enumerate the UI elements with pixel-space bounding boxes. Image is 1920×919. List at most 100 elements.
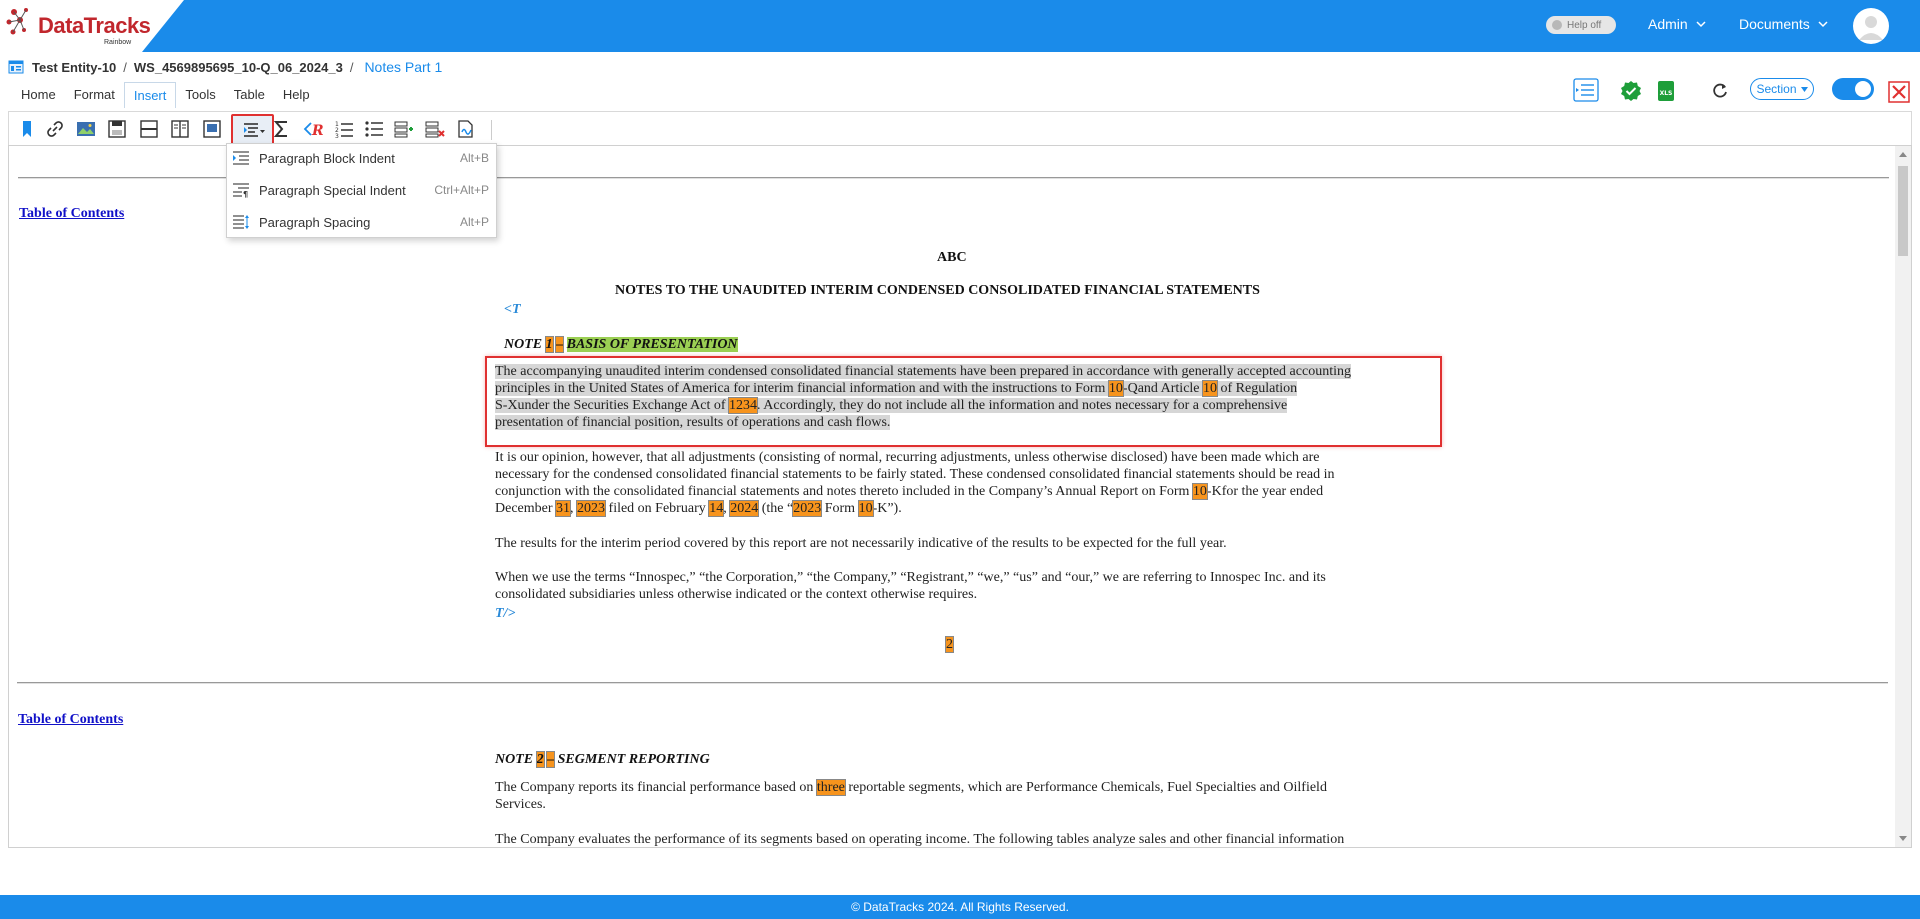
sigma-icon <box>273 121 287 137</box>
text-line: When we use the terms “Innospec,” “the C… <box>495 570 1326 585</box>
logo-subtitle: Rainbow <box>104 39 132 46</box>
note-number: 2 <box>535 751 545 768</box>
text-line: conjunction with the consolidated financ… <box>495 484 1193 499</box>
add-row-button[interactable] <box>394 119 414 139</box>
help-toggle-label: Help off <box>1567 19 1602 31</box>
svg-text:3: 3 <box>335 133 339 139</box>
paragraph-3[interactable]: The results for the interim period cover… <box>495 535 1395 552</box>
mode-toggle[interactable] <box>1832 78 1874 100</box>
paragraph-indent-icon <box>244 123 265 137</box>
delete-row-icon <box>425 121 445 138</box>
chevron-down-icon <box>1818 21 1828 28</box>
user-avatar[interactable] <box>1853 8 1889 44</box>
add-row-icon <box>394 121 413 138</box>
text-line: -Kfor the year ended <box>1206 484 1324 499</box>
toc-link[interactable]: Table of Contents <box>18 712 123 728</box>
text-line: , <box>570 501 578 516</box>
dropdown-item-block-indent[interactable]: Paragraph Block Indent Alt+B <box>227 144 496 172</box>
workspace-icon <box>8 60 24 74</box>
page-number-value: 2 <box>945 636 954 653</box>
text-line: reportable segments, which are Performan… <box>844 780 1327 795</box>
menu-tabs: Home Format Insert Tools Table Help <box>12 82 319 108</box>
admin-menu[interactable]: Admin <box>1648 16 1706 32</box>
svg-text:R: R <box>311 123 323 139</box>
note-title: SEGMENT REPORTING <box>557 752 710 767</box>
logo-text: DataTracks <box>38 13 151 38</box>
text-line: Form <box>821 501 859 516</box>
delete-row-button[interactable] <box>425 119 445 139</box>
columns-button[interactable] <box>170 119 190 139</box>
logo[interactable]: DataTracks Rainbow <box>0 0 184 52</box>
text-line: filed on February <box>605 501 710 516</box>
num-highlight: 2024 <box>729 500 760 517</box>
num-highlight: 2023 <box>576 500 607 517</box>
tab-tools[interactable]: Tools <box>176 82 224 108</box>
breadcrumb-entity[interactable]: Test Entity-10 <box>32 60 116 75</box>
image-button[interactable] <box>76 119 96 139</box>
editor-scrollbar[interactable] <box>1895 146 1911 847</box>
scroll-down-icon[interactable] <box>1899 836 1907 841</box>
spacing-icon <box>233 215 249 229</box>
paragraph-5[interactable]: The Company reports its financial perfor… <box>495 779 1395 813</box>
paragraph-2[interactable]: It is our opinion, however, that all adj… <box>495 449 1395 517</box>
bookmark-button[interactable] <box>17 119 37 139</box>
breadcrumb-current[interactable]: Notes Part 1 <box>364 59 442 75</box>
tab-home[interactable]: Home <box>12 82 65 108</box>
documents-menu-label: Documents <box>1739 16 1810 32</box>
text-line: consolidated subsidiaries unless otherwi… <box>495 587 978 602</box>
validate-check-icon[interactable] <box>1620 78 1642 104</box>
tag-close: T/> <box>495 606 516 621</box>
block-indent-icon <box>233 151 249 165</box>
rule-button[interactable]: R <box>303 119 323 139</box>
caret-down-icon <box>1800 86 1808 92</box>
num-highlight: 2023 <box>792 500 823 517</box>
sigma-button[interactable] <box>272 119 292 139</box>
scroll-thumb[interactable] <box>1898 166 1908 256</box>
tab-help[interactable]: Help <box>274 82 319 108</box>
bullet-list-icon <box>365 121 383 137</box>
toggle-knob-icon <box>1552 20 1562 30</box>
paragraph-4[interactable]: When we use the terms “Innospec,” “the C… <box>495 569 1395 603</box>
page-number: 2 <box>945 636 954 653</box>
toggle-knob <box>1855 81 1871 97</box>
insert-toolbar: R 123 <box>8 111 1912 145</box>
documents-menu[interactable]: Documents <box>1739 16 1828 32</box>
paragraph-6[interactable]: The Company evaluates the performance of… <box>495 831 1395 847</box>
breadcrumb-workspace[interactable]: WS_4569895695_10-Q_06_2024_3 <box>134 60 343 75</box>
note-number: 1 <box>544 336 554 353</box>
text-line: necessary for the condensed consolidated… <box>495 467 1335 482</box>
dropdown-item-special-indent[interactable]: ¶ Paragraph Special Indent Ctrl+Alt+P <box>227 176 496 204</box>
scroll-up-icon[interactable] <box>1899 152 1907 157</box>
close-icon[interactable] <box>1888 79 1910 105</box>
breadcrumb: Test Entity-10 / WS_4569895695_10-Q_06_2… <box>8 57 442 77</box>
special-indent-icon: ¶ <box>233 183 249 198</box>
footer: © DataTracks 2024. All Rights Reserved. <box>0 895 1920 919</box>
link-button[interactable] <box>45 119 65 139</box>
tab-format[interactable]: Format <box>65 82 124 108</box>
tab-table[interactable]: Table <box>225 82 274 108</box>
dropdown-item-spacing[interactable]: Paragraph Spacing Alt+P <box>227 208 496 236</box>
dropdown-item-label: Paragraph Block Indent <box>259 150 395 166</box>
toc-link[interactable]: Table of Contents <box>19 206 124 222</box>
tab-insert[interactable]: Insert <box>123 82 177 108</box>
excel-export-icon[interactable]: XLS <box>1655 78 1677 104</box>
horizontal-line-button[interactable] <box>139 119 159 139</box>
text-line: December <box>495 501 557 516</box>
numbered-list-icon: 123 <box>335 121 353 139</box>
bullet-list-button[interactable] <box>364 119 384 139</box>
refresh-icon[interactable] <box>1710 78 1730 104</box>
rule-icon: R <box>303 122 323 139</box>
num-highlight: 10 <box>1191 483 1208 500</box>
save-button[interactable] <box>107 119 127 139</box>
signature-button[interactable] <box>456 119 476 139</box>
page-button[interactable] <box>202 119 222 139</box>
outline-icon[interactable] <box>1572 77 1600 103</box>
note2-heading: NOTE 2 – SEGMENT REPORTING <box>495 751 710 768</box>
paragraph-indent-button[interactable] <box>231 114 274 145</box>
numbered-list-button[interactable]: 123 <box>334 119 354 139</box>
svg-text:¶: ¶ <box>243 190 248 198</box>
note1-heading: NOTE 1 – BASIS OF PRESENTATION <box>504 336 738 353</box>
help-toggle[interactable]: Help off <box>1546 16 1616 34</box>
section-select[interactable]: Section <box>1750 78 1814 100</box>
admin-menu-label: Admin <box>1648 16 1688 32</box>
